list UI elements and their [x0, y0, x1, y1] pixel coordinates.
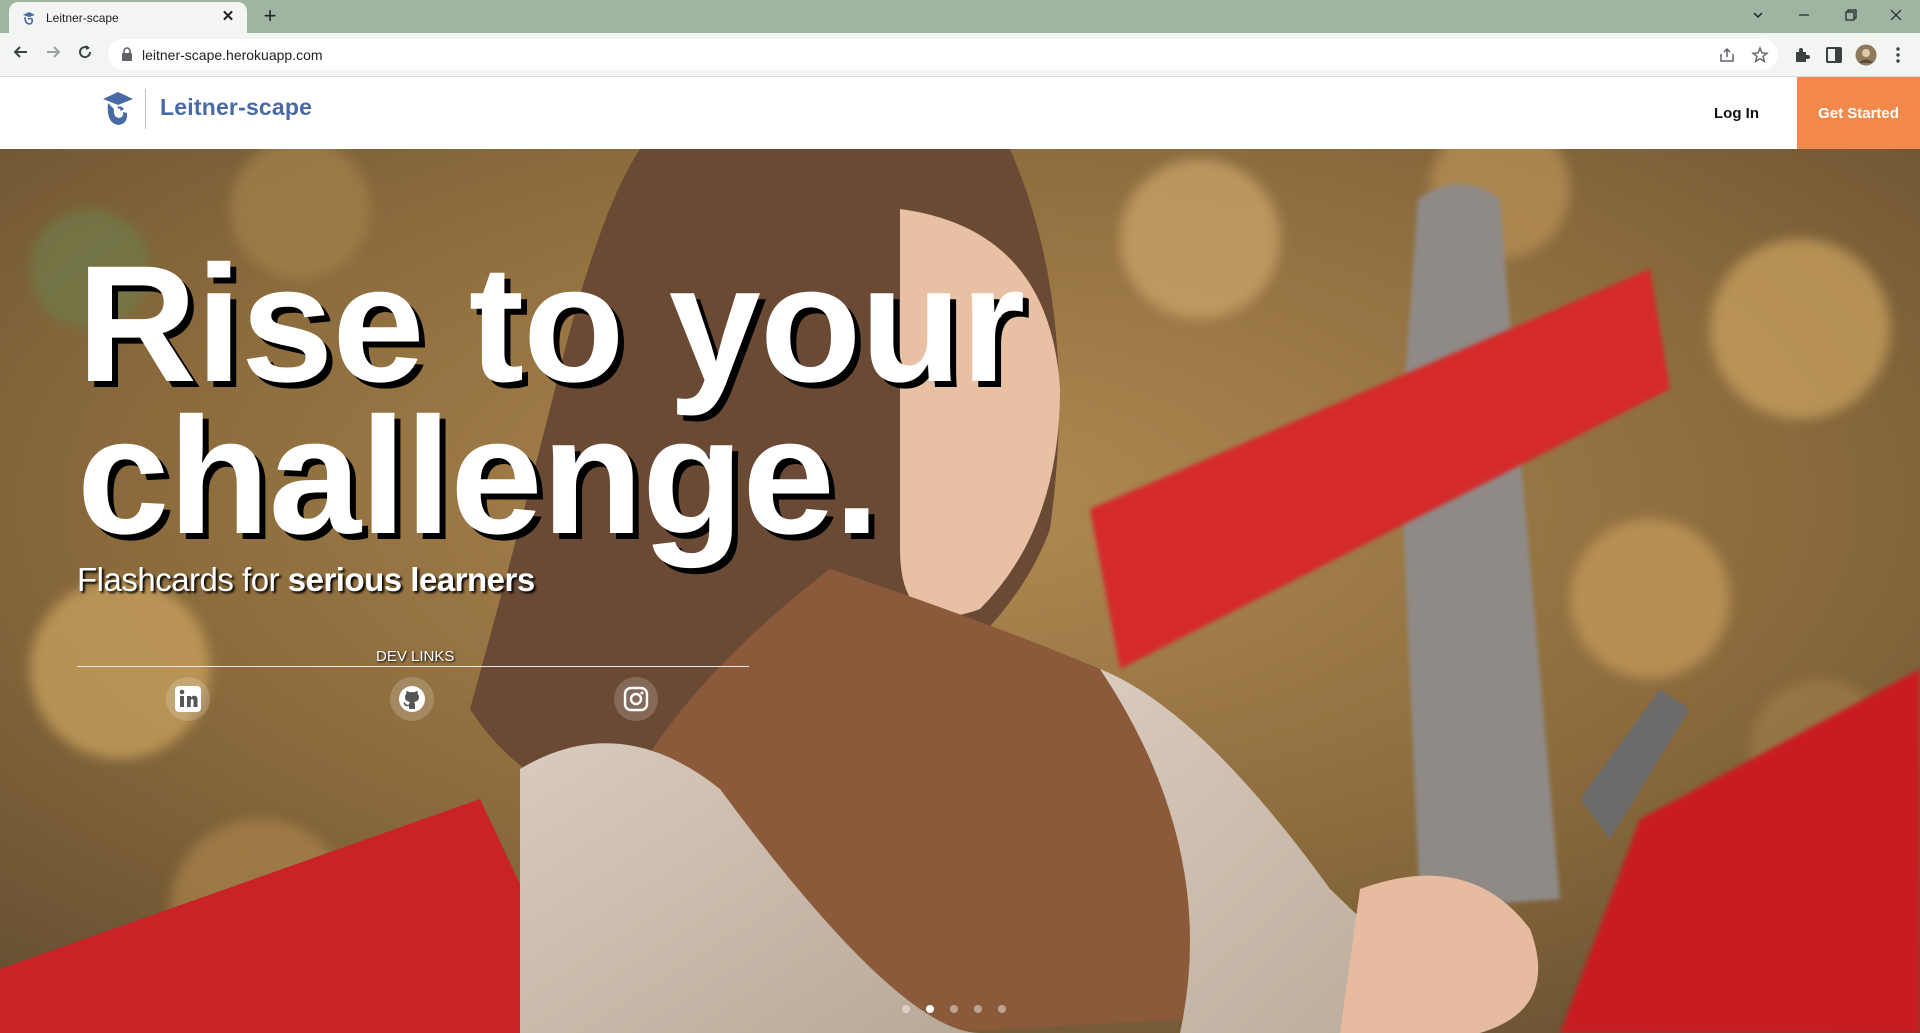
browser-tab-strip: Leitner-scape ✕ + — [0, 0, 1920, 33]
headline-line-2: challenge. — [77, 384, 880, 569]
carousel-indicators — [902, 1005, 1022, 1015]
tab-search-icon[interactable] — [1743, 5, 1773, 27]
browser-toolbar: leitner-scape.herokuapp.com — [0, 33, 1920, 77]
new-tab-button[interactable]: + — [259, 5, 281, 27]
side-panel-icon[interactable] — [1824, 45, 1844, 65]
carousel-dot[interactable] — [950, 1005, 958, 1013]
carousel-dot[interactable] — [974, 1005, 982, 1013]
forward-button[interactable] — [39, 41, 67, 69]
restore-button[interactable] — [1836, 5, 1866, 27]
reload-button[interactable] — [71, 41, 99, 69]
login-link[interactable]: Log In — [1714, 105, 1759, 122]
logo-divider — [145, 89, 146, 129]
extensions-icon[interactable] — [1792, 45, 1812, 65]
instagram-link[interactable] — [614, 677, 658, 721]
linkedin-link[interactable] — [166, 677, 210, 721]
leitner-scape-logo[interactable] — [100, 87, 136, 129]
hero-carousel: Rise to your challenge. Flashcards for s… — [0, 149, 1920, 1033]
dev-links-label: DEV LINKS — [376, 648, 455, 665]
minimize-button[interactable] — [1789, 5, 1819, 27]
profile-avatar[interactable] — [1855, 44, 1877, 66]
lock-icon[interactable] — [120, 47, 134, 62]
back-button[interactable] — [7, 41, 35, 69]
share-icon[interactable] — [1718, 46, 1736, 64]
site-favicon-icon — [23, 12, 35, 25]
get-started-button[interactable]: Get Started — [1797, 77, 1920, 149]
tagline-emphasis: serious learners — [287, 561, 535, 598]
url-text[interactable]: leitner-scape.herokuapp.com — [142, 47, 323, 63]
github-icon — [399, 686, 425, 712]
close-window-button[interactable] — [1881, 5, 1911, 27]
address-bar[interactable]: leitner-scape.herokuapp.com — [108, 39, 1778, 70]
tagline-prefix: Flashcards for — [77, 561, 288, 598]
carousel-dot[interactable] — [902, 1005, 910, 1013]
github-link[interactable] — [390, 677, 434, 721]
site-header: Leitner-scape Log In Get Started — [0, 77, 1920, 149]
browser-tab[interactable]: Leitner-scape ✕ — [9, 2, 247, 33]
tab-close-icon[interactable]: ✕ — [219, 8, 237, 26]
hero-tagline: Flashcards for serious learners — [77, 561, 535, 599]
tab-title: Leitner-scape — [46, 11, 119, 25]
linkedin-icon — [175, 686, 201, 712]
bookmark-star-icon[interactable] — [1751, 46, 1769, 64]
dev-links-divider — [77, 666, 749, 667]
browser-menu-icon[interactable] — [1888, 45, 1908, 65]
carousel-dot[interactable] — [998, 1005, 1006, 1013]
instagram-icon — [623, 686, 649, 712]
carousel-dot[interactable] — [926, 1005, 934, 1013]
hero-headline: Rise to your challenge. — [77, 242, 1025, 560]
site-name[interactable]: Leitner-scape — [160, 94, 312, 121]
